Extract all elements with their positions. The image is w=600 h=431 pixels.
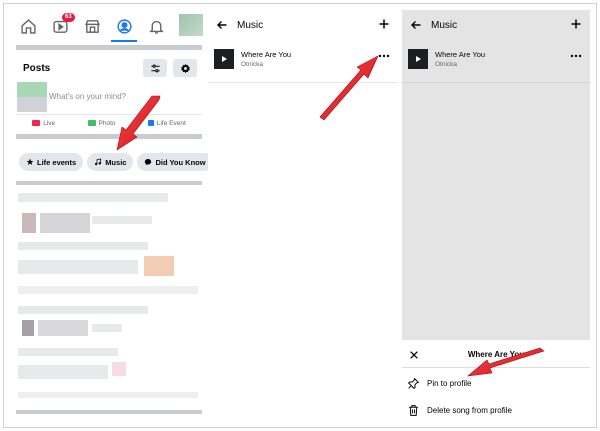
song-options-panel: Music Where Are You Otnicka Where Are Yo… xyxy=(398,10,590,424)
gear-icon xyxy=(180,63,190,73)
music-panel: Music Where Are You Otnicka xyxy=(208,10,398,424)
chip-life-events[interactable]: Life events xyxy=(19,153,84,171)
music-header: Music xyxy=(402,10,590,40)
album-thumbnail xyxy=(214,49,234,69)
screenshot-frame: 63 Posts What's on your mind? Live Photo… xyxy=(3,3,597,428)
settings-button[interactable] xyxy=(173,59,197,77)
section-separator xyxy=(16,45,202,50)
photo-button[interactable]: Photo xyxy=(87,119,116,127)
music-title: Music xyxy=(237,20,264,31)
song-options-sheet: Where Are You Pin to profile Delete song… xyxy=(402,340,590,424)
chip-music[interactable]: Music xyxy=(87,153,134,171)
more-options-icon[interactable] xyxy=(378,53,390,59)
notification-badge: 63 xyxy=(62,13,75,22)
music-list-dimmed: Music Where Are You Otnicka xyxy=(402,10,590,340)
home-icon xyxy=(20,18,36,34)
photo-icon xyxy=(87,119,96,126)
play-icon xyxy=(416,56,421,62)
video-tab[interactable]: 63 xyxy=(44,10,76,42)
song-title: Where Are You xyxy=(241,50,292,59)
profile-panel: 63 Posts What's on your mind? Live Photo… xyxy=(12,10,208,424)
composer-avatar xyxy=(17,82,47,112)
song-artist: Otnicka xyxy=(435,61,458,68)
marketplace-tab[interactable] xyxy=(76,10,108,42)
section-separator xyxy=(16,181,202,185)
live-button[interactable]: Live xyxy=(32,120,55,127)
trash-icon xyxy=(409,404,418,416)
back-arrow-icon[interactable] xyxy=(216,19,228,31)
pin-icon xyxy=(407,377,420,389)
chat-bubble-icon xyxy=(145,159,152,165)
song-title: Where Are You xyxy=(435,50,486,59)
home-tab[interactable] xyxy=(12,10,44,42)
composer-input[interactable]: What's on your mind? xyxy=(49,92,126,101)
song-divider xyxy=(208,82,398,83)
life-event-button[interactable]: Life Event xyxy=(147,119,186,127)
filter-button[interactable] xyxy=(143,59,167,77)
profile-icon xyxy=(116,18,132,34)
sheet-divider xyxy=(402,367,590,368)
flag-icon xyxy=(147,119,154,126)
song-artist: Otnicka xyxy=(241,61,264,68)
album-thumbnail xyxy=(408,49,428,69)
add-icon[interactable] xyxy=(570,18,582,30)
song-row[interactable]: Where Are You Otnicka xyxy=(208,44,398,80)
song-divider xyxy=(402,82,590,83)
featured-chips: Life events Music Did You Know xyxy=(19,153,208,171)
pin-to-profile-option[interactable]: Pin to profile xyxy=(407,375,471,391)
music-note-icon xyxy=(95,158,102,166)
song-row[interactable]: Where Are You Otnicka xyxy=(402,44,590,80)
sheet-title: Where Are You xyxy=(467,350,525,359)
sliders-icon xyxy=(150,64,160,72)
delete-song-option[interactable]: Delete song from profile xyxy=(407,402,512,418)
add-icon[interactable] xyxy=(378,18,390,30)
menu-avatar[interactable] xyxy=(179,14,203,36)
profile-tab[interactable] xyxy=(108,10,140,42)
bell-icon xyxy=(148,20,164,34)
composer-divider xyxy=(16,114,202,115)
play-icon xyxy=(222,56,227,62)
live-icon xyxy=(32,119,41,126)
music-header: Music xyxy=(208,10,398,40)
chip-did-you-know[interactable]: Did You Know xyxy=(137,153,208,171)
back-arrow-icon[interactable] xyxy=(410,19,422,31)
section-separator xyxy=(16,134,202,139)
music-title: Music xyxy=(431,20,458,31)
store-icon xyxy=(84,19,100,33)
notifications-tab[interactable] xyxy=(140,10,172,42)
more-options-icon[interactable] xyxy=(570,53,582,59)
posts-heading: Posts xyxy=(23,63,51,74)
post-actions: Live Photo Life Event xyxy=(16,116,202,130)
star-icon xyxy=(26,158,34,165)
